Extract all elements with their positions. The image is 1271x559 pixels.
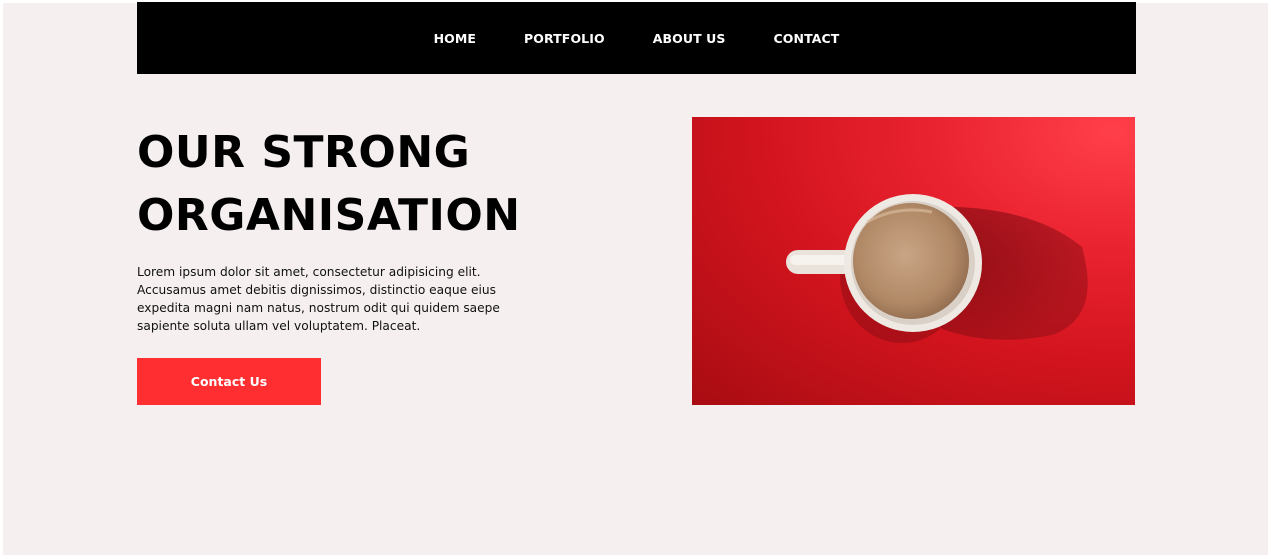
coffee-cup-image [692,117,1135,405]
hero-description: Lorem ipsum dolor sit amet, consectetur … [137,265,500,333]
nav-link-home[interactable]: HOME [434,31,476,46]
hero-title: OUR STRONG ORGANISATION [137,121,521,247]
coffee-cup-illustration [786,194,1088,343]
nav-link-portfolio[interactable]: PORTFOLIO [524,31,605,46]
page-background: HOME PORTFOLIO ABOUT US CONTACT OUR STRO… [3,2,1268,555]
top-navbar: HOME PORTFOLIO ABOUT US CONTACT [137,2,1136,74]
hero-title-line-1: OUR STRONG [137,127,471,178]
nav-link-about-us[interactable]: ABOUT US [653,31,726,46]
hero-title-line-2: ORGANISATION [137,190,521,241]
nav-link-contact[interactable]: CONTACT [774,31,840,46]
contact-us-button[interactable]: Contact Us [137,358,321,405]
